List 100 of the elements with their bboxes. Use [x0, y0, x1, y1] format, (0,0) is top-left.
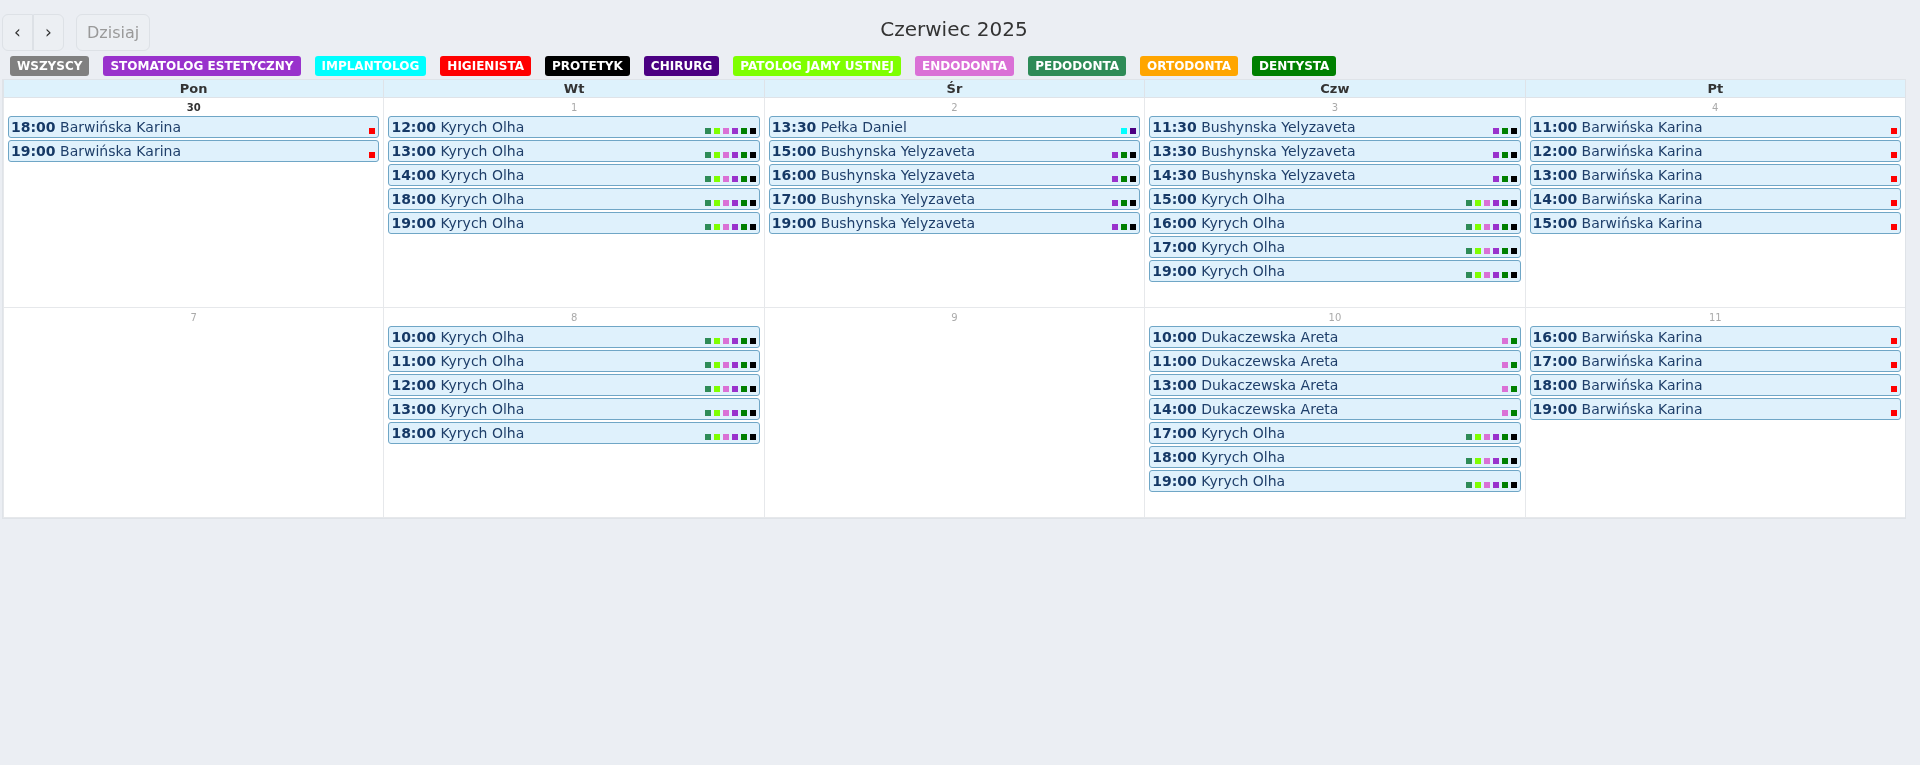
appointment-text: 18:00 Barwińska Karina [11, 117, 181, 137]
day-number: 11 [1707, 311, 1723, 325]
appointment-text: 12:00 Barwińska Karina [1532, 141, 1703, 161]
appointment-text: 13:30 Pełka Daniel [771, 117, 907, 137]
appointment-text: 11:00 Barwińska Karina [1532, 117, 1703, 137]
appointment-text: 15:00 Kyrych Olha [1152, 189, 1286, 209]
day-number: 8 [569, 311, 579, 325]
day-number: 3 [1330, 101, 1340, 115]
weekday-header: Pt [1524, 80, 1905, 98]
day-number: 2 [950, 101, 959, 115]
appointment-event[interactable]: 17:00 Kyrych Olha [1149, 422, 1521, 444]
weekday-header: Wt [383, 80, 764, 98]
appointment-event[interactable]: 11:00 Barwińska Karina [1529, 116, 1901, 138]
appointment-event[interactable]: 14:00 Dukaczewska Areta [1149, 398, 1521, 420]
specialty-filter[interactable]: STOMATOLOG ESTETYCZNY [103, 56, 301, 76]
appointment-event[interactable]: 13:00 Barwińska Karina [1529, 164, 1901, 186]
appointment-text: 17:00 Kyrych Olha [1152, 237, 1286, 257]
specialty-filter[interactable]: HIGIENISTA [440, 56, 532, 76]
appointment-event[interactable]: 13:30 Pełka Daniel [768, 116, 1141, 138]
appointment-text: 17:00 Bushynska Yelyzaveta [771, 189, 976, 209]
appointment-event[interactable]: 17:00 Barwińska Karina [1529, 350, 1901, 372]
appointment-event[interactable]: 12:00 Barwińska Karina [1529, 140, 1901, 162]
appointment-event[interactable]: 19:00 Kyrych Olha [1149, 470, 1521, 492]
appointment-event[interactable]: 19:00 Barwińska Karina [1529, 398, 1901, 420]
appointment-event[interactable]: 19:00 Barwińska Karina [8, 140, 380, 162]
day-number: 4 [1711, 101, 1720, 115]
appointment-event[interactable]: 16:00 Bushynska Yelyzaveta [768, 164, 1141, 186]
appointment-text: 14:00 Dukaczewska Areta [1152, 399, 1339, 419]
appointment-text: 16:00 Bushynska Yelyzaveta [771, 165, 976, 185]
appointment-text: 16:00 Kyrych Olha [1152, 213, 1286, 233]
appointment-event[interactable]: 13:00 Kyrych Olha [388, 140, 760, 162]
day-number: 1 [569, 101, 579, 115]
specialty-filter[interactable]: CHIRURG [643, 56, 720, 76]
appointment-text: 18:00 Barwińska Karina [1532, 375, 1703, 395]
appointment-event[interactable]: 16:00 Kyrych Olha [1149, 212, 1521, 234]
appointment-text: 13:30 Bushynska Yelyzaveta [1152, 141, 1356, 161]
appointment-text: 19:00 Barwińska Karina [11, 141, 181, 161]
appointment-event[interactable]: 18:00 Kyrych Olha [1149, 446, 1521, 468]
appointment-text: 18:00 Kyrych Olha [391, 189, 525, 209]
appointment-text: 13:00 Kyrych Olha [391, 399, 525, 419]
specialty-filter[interactable]: DENTYSTA [1252, 56, 1337, 76]
appointment-event[interactable]: 18:00 Barwińska Karina [8, 116, 380, 138]
specialty-filter[interactable]: PEDODONTA [1028, 56, 1127, 76]
appointment-text: 11:00 Kyrych Olha [391, 351, 525, 371]
appointment-event[interactable]: 14:00 Kyrych Olha [388, 164, 760, 186]
day-number: 10 [1327, 311, 1343, 325]
appointment-event[interactable]: 16:00 Barwińska Karina [1529, 326, 1901, 348]
appointment-text: 14:00 Barwińska Karina [1532, 189, 1703, 209]
appointment-text: 19:00 Kyrych Olha [391, 213, 525, 233]
appointment-event[interactable]: 19:00 Bushynska Yelyzaveta [768, 212, 1141, 234]
appointment-text: 17:00 Kyrych Olha [1152, 423, 1286, 443]
appointment-text: 10:00 Kyrych Olha [391, 327, 525, 347]
appointment-event[interactable]: 15:00 Kyrych Olha [1149, 188, 1521, 210]
appointment-text: 13:00 Dukaczewska Areta [1152, 375, 1339, 395]
appointment-event[interactable]: 10:00 Dukaczewska Areta [1149, 326, 1521, 348]
appointment-event[interactable]: 18:00 Barwińska Karina [1529, 374, 1901, 396]
appointment-event[interactable]: 13:00 Dukaczewska Areta [1149, 374, 1521, 396]
appointment-event[interactable]: 19:00 Kyrych Olha [1149, 260, 1521, 282]
appointment-event[interactable]: 15:00 Barwińska Karina [1529, 212, 1901, 234]
appointment-event[interactable]: 14:00 Barwińska Karina [1529, 188, 1901, 210]
appointment-event[interactable]: 12:00 Kyrych Olha [388, 116, 760, 138]
appointment-event[interactable]: 10:00 Kyrych Olha [388, 326, 760, 348]
appointment-text: 18:00 Kyrych Olha [391, 423, 525, 443]
appointment-text: 19:00 Kyrych Olha [1152, 471, 1286, 491]
appointment-text: 17:00 Barwińska Karina [1532, 351, 1703, 371]
specialty-filter[interactable]: WSZYSCY [10, 56, 90, 76]
previous-button[interactable]: ‹ [2, 14, 33, 51]
appointment-event[interactable]: 13:00 Kyrych Olha [388, 398, 760, 420]
specialty-filter[interactable]: PROTETYK [545, 56, 630, 76]
appointment-event[interactable]: 15:00 Bushynska Yelyzaveta [768, 140, 1141, 162]
appointment-text: 18:00 Kyrych Olha [1152, 447, 1286, 467]
weekday-header: Pon [3, 80, 384, 98]
appointment-event[interactable]: 11:00 Dukaczewska Areta [1149, 350, 1521, 372]
appointment-text: 13:00 Kyrych Olha [391, 141, 525, 161]
appointment-text: 19:00 Kyrych Olha [1152, 261, 1286, 281]
appointment-event[interactable]: 18:00 Kyrych Olha [388, 422, 760, 444]
day-number: 9 [950, 311, 959, 325]
appointment-event[interactable]: 17:00 Bushynska Yelyzaveta [768, 188, 1141, 210]
next-button[interactable]: › [33, 14, 64, 51]
appointment-text: 19:00 Barwińska Karina [1532, 399, 1703, 419]
appointment-event[interactable]: 18:00 Kyrych Olha [388, 188, 760, 210]
weekday-header: Czw [1144, 80, 1525, 98]
appointment-event[interactable]: 12:00 Kyrych Olha [388, 374, 760, 396]
appointment-text: 11:30 Bushynska Yelyzaveta [1152, 117, 1356, 137]
appointment-event[interactable]: 14:30 Bushynska Yelyzaveta [1149, 164, 1521, 186]
day-number: 30 [185, 101, 202, 115]
appointment-text: 14:00 Kyrych Olha [391, 165, 525, 185]
appointment-event[interactable]: 17:00 Kyrych Olha [1149, 236, 1521, 258]
appointment-event[interactable]: 19:00 Kyrych Olha [388, 212, 760, 234]
month-title: Czerwiec 2025 [880, 17, 1028, 41]
appointment-text: 16:00 Barwińska Karina [1532, 327, 1703, 347]
appointment-text: 13:00 Barwińska Karina [1532, 165, 1703, 185]
appointment-event[interactable]: 11:30 Bushynska Yelyzaveta [1149, 116, 1521, 138]
appointment-text: 11:00 Dukaczewska Areta [1152, 351, 1339, 371]
appointment-event[interactable]: 13:30 Bushynska Yelyzaveta [1149, 140, 1521, 162]
appointment-text: 19:00 Bushynska Yelyzaveta [771, 213, 976, 233]
appointment-event[interactable]: 11:00 Kyrych Olha [388, 350, 760, 372]
appointment-text: 15:00 Barwińska Karina [1532, 213, 1703, 233]
weekday-header: Śr [763, 80, 1145, 98]
appointment-text: 10:00 Dukaczewska Areta [1152, 327, 1339, 347]
